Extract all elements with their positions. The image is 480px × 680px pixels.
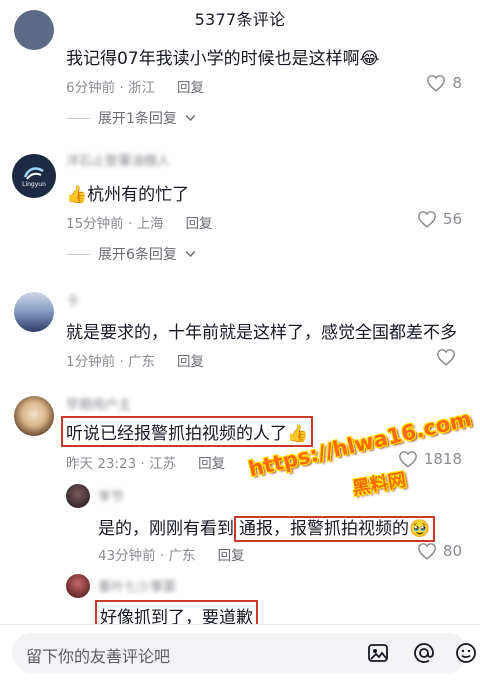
comment-text: 听说已经报警抓拍视频的人了👍 <box>61 416 314 447</box>
teary-emoji: 🥹 <box>409 519 431 539</box>
comments-header: 5377条评论 <box>0 0 480 36</box>
heart-icon <box>417 211 436 228</box>
comment-meta: 1分钟前 · 广东 回复 <box>66 354 204 370</box>
avatar[interactable] <box>66 484 90 508</box>
highlighted-text: 通报，报警抓拍视频的🥹 <box>234 516 436 542</box>
avatar[interactable]: Lingyun <box>12 154 56 198</box>
avatar[interactable] <box>14 292 54 332</box>
divider <box>66 253 90 255</box>
comment-item: 卡 就是要求的，十年前就是这样了，感觉全国都差不多 1分钟前 · 广东 回复 <box>0 286 480 370</box>
divider <box>66 117 90 119</box>
laugh-cry-emoji: 😂 <box>359 49 380 69</box>
comment-input-bar: 留下你的友善评论吧 <box>0 624 480 680</box>
comment-text: 就是要求的，十年前就是这样了，感觉全国都差不多 <box>66 323 457 343</box>
comment-text: 👍杭州有的忙了 <box>66 185 190 205</box>
comment-count-title: 5377条评论 <box>194 10 286 29</box>
emoji-icon[interactable] <box>452 639 480 667</box>
comment-author[interactable]: 卡 <box>66 290 79 309</box>
thumbs-up-emoji: 👍 <box>66 185 88 205</box>
expand-replies-label: 展开6条回复 <box>98 247 177 263</box>
like-button[interactable]: 8 <box>426 74 462 92</box>
reply-item: 重叶七少事罢 好像抓到了，要道歉 <box>0 572 480 631</box>
reply-author[interactable]: 重叶七少事罢 <box>98 576 176 595</box>
like-button[interactable]: 56 <box>417 210 462 228</box>
reply-meta: 43分钟前 · 广东 回复 <box>98 548 245 564</box>
heart-icon <box>437 349 455 366</box>
expand-replies-button[interactable]: 展开6条回复 <box>66 244 196 264</box>
chevron-down-icon <box>185 250 196 258</box>
comment-meta: 6分钟前 · 浙江 回复 <box>66 80 204 96</box>
heart-icon <box>417 543 436 560</box>
comment-meta: 昨天 23:23 · 江苏 回复 <box>66 456 226 472</box>
like-button[interactable]: 80 <box>417 542 462 560</box>
comment-text: 我记得07年我读小学的时候也是这样啊😂 <box>66 49 380 69</box>
at-icon[interactable] <box>410 639 438 667</box>
like-count: 56 <box>442 210 462 228</box>
expand-replies-label: 展开1条回复 <box>98 111 177 127</box>
comment-input[interactable]: 留下你的友善评论吧 <box>12 633 476 673</box>
reply-button[interactable]: 回复 <box>218 548 245 564</box>
reply-button[interactable]: 回复 <box>177 354 204 370</box>
avatar[interactable] <box>66 574 90 598</box>
reply-button[interactable]: 回复 <box>177 80 204 96</box>
like-count: 8 <box>452 74 462 92</box>
like-count: 80 <box>442 542 462 560</box>
expand-replies-button[interactable]: 展开1条回复 <box>66 108 196 128</box>
like-button[interactable]: 1818 <box>398 450 462 468</box>
reply-author[interactable]: 李节 <box>98 486 124 505</box>
comment-input-placeholder: 留下你的友善评论吧 <box>26 647 171 666</box>
reply-text: 是的，刚刚有看到 通报，报警抓拍视频的🥹 <box>98 514 436 542</box>
brand-logo-icon <box>23 166 44 180</box>
like-button[interactable] <box>436 348 462 366</box>
heart-icon <box>427 75 446 92</box>
avatar-label: Lingyun <box>22 180 46 188</box>
like-count: 1818 <box>423 450 462 468</box>
image-icon[interactable] <box>364 639 392 667</box>
thumbs-up-emoji: 👍 <box>287 424 309 444</box>
reply-item: 李节 是的，刚刚有看到 通报，报警抓拍视频的🥹 43分钟前 · 广东 回复 80 <box>0 482 480 572</box>
comment-item: 我记得07年我读小学的时候也是这样啊😂 6分钟前 · 浙江 回复 8 展开1条回复 <box>0 10 480 132</box>
comment-author[interactable]: 洋石止管署油棚人 <box>66 150 170 169</box>
chevron-down-icon <box>185 114 196 122</box>
avatar[interactable] <box>14 396 54 436</box>
reply-button[interactable]: 回复 <box>186 216 213 232</box>
comment-meta: 15分钟前 · 上海 回复 <box>66 216 213 232</box>
avatar[interactable] <box>14 10 54 50</box>
comment-author[interactable]: 早期用户主 <box>66 394 131 413</box>
comment-item: Lingyun 洋石止管署油棚人 👍杭州有的忙了 15分钟前 · 上海 回复 56… <box>0 148 480 268</box>
reply-button[interactable]: 回复 <box>198 456 225 472</box>
